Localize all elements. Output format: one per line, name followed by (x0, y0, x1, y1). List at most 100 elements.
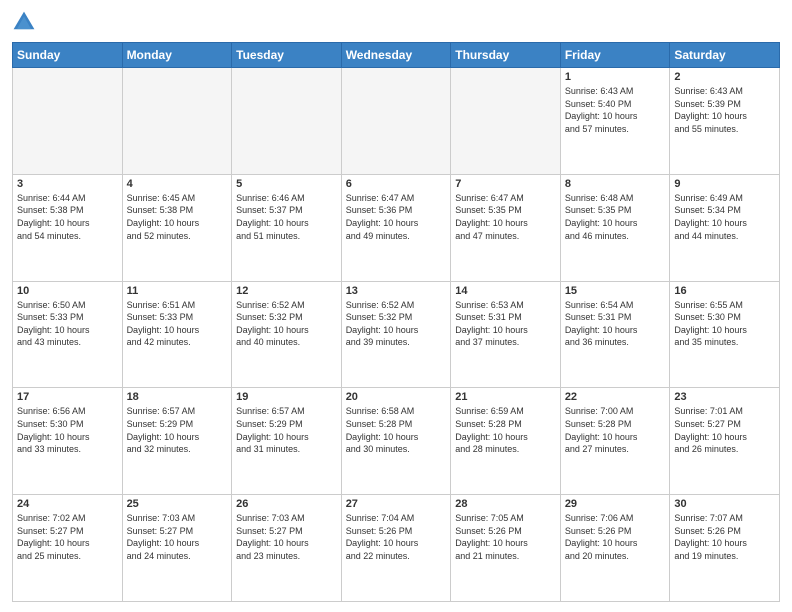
day-cell: 8 Sunrise: 6:48 AM Sunset: 5:35 PM Daylig… (560, 174, 670, 281)
day-cell: 12Sunrise: 6:52 AM Sunset: 5:32 PM Dayli… (232, 281, 342, 388)
day-cell: 18 Sunrise: 6:57 AM Sunset: 5:29 PM Dayli… (122, 388, 232, 495)
day-info: Sunrise: 6:55 AM Sunset: 5:30 PM Dayligh… (674, 299, 775, 349)
weekday-thursday: Thursday (451, 43, 561, 68)
week-row-5: 24 Sunrise: 7:02 AM Sunset: 5:27 PM Dayli… (13, 495, 780, 602)
day-cell: 17 Sunrise: 6:56 AM Sunset: 5:30 PM Dayli… (13, 388, 123, 495)
day-cell: 5 Sunrise: 6:46 AM Sunset: 5:37 PM Daylig… (232, 174, 342, 281)
day-cell: 2 Sunrise: 6:43 AM Sunset: 5:39 PM Daylig… (670, 68, 780, 175)
day-cell: 1 Sunrise: 6:43 AM Sunset: 5:40 PM Daylig… (560, 68, 670, 175)
day-info: Sunrise: 6:57 AM Sunset: 5:29 PM Dayligh… (236, 405, 337, 455)
weekday-tuesday: Tuesday (232, 43, 342, 68)
day-number: 8 (565, 178, 666, 190)
day-number: 3 (17, 178, 118, 190)
day-info: Sunrise: 6:46 AM Sunset: 5:37 PM Dayligh… (236, 192, 337, 242)
day-cell: 10 Sunrise: 6:50 AM Sunset: 5:33 PM Dayli… (13, 281, 123, 388)
week-row-1: 1 Sunrise: 6:43 AM Sunset: 5:40 PM Daylig… (13, 68, 780, 175)
day-info: Sunrise: 7:04 AM Sunset: 5:26 PM Dayligh… (346, 512, 447, 562)
day-cell: 13Sunrise: 6:52 AM Sunset: 5:32 PM Dayli… (341, 281, 451, 388)
day-number: 18 (127, 391, 228, 403)
weekday-friday: Friday (560, 43, 670, 68)
day-number: 23 (674, 391, 775, 403)
logo (12, 10, 40, 34)
day-cell: 23 Sunrise: 7:01 AM Sunset: 5:27 PM Dayli… (670, 388, 780, 495)
day-cell: 14Sunrise: 6:53 AM Sunset: 5:31 PM Dayli… (451, 281, 561, 388)
day-info: Sunrise: 7:03 AM Sunset: 5:27 PM Dayligh… (127, 512, 228, 562)
day-info: Sunrise: 7:07 AM Sunset: 5:26 PM Dayligh… (674, 512, 775, 562)
day-info: Sunrise: 6:57 AM Sunset: 5:29 PM Dayligh… (127, 405, 228, 455)
day-info: Sunrise: 6:45 AM Sunset: 5:38 PM Dayligh… (127, 192, 228, 242)
day-number: 29 (565, 498, 666, 510)
day-number: 10 (17, 285, 118, 297)
day-number: 27 (346, 498, 447, 510)
day-info: Sunrise: 7:02 AM Sunset: 5:27 PM Dayligh… (17, 512, 118, 562)
day-number: 25 (127, 498, 228, 510)
day-cell: 21 Sunrise: 6:59 AM Sunset: 5:28 PM Dayli… (451, 388, 561, 495)
day-info: Sunrise: 7:05 AM Sunset: 5:26 PM Dayligh… (455, 512, 556, 562)
day-info: Sunrise: 6:51 AM Sunset: 5:33 PM Dayligh… (127, 299, 228, 349)
day-info: Sunrise: 6:43 AM Sunset: 5:40 PM Dayligh… (565, 85, 666, 135)
day-info: Sunrise: 6:44 AM Sunset: 5:38 PM Dayligh… (17, 192, 118, 242)
day-info: Sunrise: 6:56 AM Sunset: 5:30 PM Dayligh… (17, 405, 118, 455)
week-row-3: 10 Sunrise: 6:50 AM Sunset: 5:33 PM Dayli… (13, 281, 780, 388)
day-info: Sunrise: 6:43 AM Sunset: 5:39 PM Dayligh… (674, 85, 775, 135)
day-number: 17 (17, 391, 118, 403)
day-cell: 15 Sunrise: 6:54 AM Sunset: 5:31 PM Dayli… (560, 281, 670, 388)
day-info: Sunrise: 6:49 AM Sunset: 5:34 PM Dayligh… (674, 192, 775, 242)
day-info: Sunrise: 7:00 AM Sunset: 5:28 PM Dayligh… (565, 405, 666, 455)
day-cell (341, 68, 451, 175)
day-cell: 19 Sunrise: 6:57 AM Sunset: 5:29 PM Dayli… (232, 388, 342, 495)
day-cell: 6Sunrise: 6:47 AM Sunset: 5:36 PM Daylig… (341, 174, 451, 281)
day-cell (122, 68, 232, 175)
day-info: Sunrise: 6:47 AM Sunset: 5:36 PM Dayligh… (346, 192, 447, 242)
day-cell (232, 68, 342, 175)
week-row-4: 17 Sunrise: 6:56 AM Sunset: 5:30 PM Dayli… (13, 388, 780, 495)
day-cell: 27 Sunrise: 7:04 AM Sunset: 5:26 PM Dayli… (341, 495, 451, 602)
calendar-table: SundayMondayTuesdayWednesdayThursdayFrid… (12, 42, 780, 602)
day-info: Sunrise: 7:03 AM Sunset: 5:27 PM Dayligh… (236, 512, 337, 562)
day-cell: 30 Sunrise: 7:07 AM Sunset: 5:26 PM Dayli… (670, 495, 780, 602)
day-number: 12 (236, 285, 337, 297)
day-info: Sunrise: 6:59 AM Sunset: 5:28 PM Dayligh… (455, 405, 556, 455)
day-number: 11 (127, 285, 228, 297)
day-number: 4 (127, 178, 228, 190)
day-info: Sunrise: 6:58 AM Sunset: 5:28 PM Dayligh… (346, 405, 447, 455)
day-cell: 9 Sunrise: 6:49 AM Sunset: 5:34 PM Daylig… (670, 174, 780, 281)
week-row-2: 3 Sunrise: 6:44 AM Sunset: 5:38 PM Daylig… (13, 174, 780, 281)
day-number: 7 (455, 178, 556, 190)
day-number: 5 (236, 178, 337, 190)
day-cell: 22 Sunrise: 7:00 AM Sunset: 5:28 PM Dayli… (560, 388, 670, 495)
weekday-wednesday: Wednesday (341, 43, 451, 68)
weekday-saturday: Saturday (670, 43, 780, 68)
day-number: 22 (565, 391, 666, 403)
day-number: 20 (346, 391, 447, 403)
day-number: 30 (674, 498, 775, 510)
day-number: 13 (346, 285, 447, 297)
day-number: 19 (236, 391, 337, 403)
day-info: Sunrise: 6:50 AM Sunset: 5:33 PM Dayligh… (17, 299, 118, 349)
day-cell: 4 Sunrise: 6:45 AM Sunset: 5:38 PM Daylig… (122, 174, 232, 281)
day-number: 9 (674, 178, 775, 190)
day-number: 16 (674, 285, 775, 297)
day-number: 15 (565, 285, 666, 297)
day-number: 21 (455, 391, 556, 403)
day-cell: 16 Sunrise: 6:55 AM Sunset: 5:30 PM Dayli… (670, 281, 780, 388)
day-cell: 7 Sunrise: 6:47 AM Sunset: 5:35 PM Daylig… (451, 174, 561, 281)
day-number: 1 (565, 71, 666, 83)
page: SundayMondayTuesdayWednesdayThursdayFrid… (0, 0, 792, 612)
day-cell (451, 68, 561, 175)
day-info: Sunrise: 7:01 AM Sunset: 5:27 PM Dayligh… (674, 405, 775, 455)
day-cell: 11 Sunrise: 6:51 AM Sunset: 5:33 PM Dayli… (122, 281, 232, 388)
day-cell: 24 Sunrise: 7:02 AM Sunset: 5:27 PM Dayli… (13, 495, 123, 602)
day-info: Sunrise: 6:54 AM Sunset: 5:31 PM Dayligh… (565, 299, 666, 349)
day-info: Sunrise: 6:47 AM Sunset: 5:35 PM Dayligh… (455, 192, 556, 242)
weekday-sunday: Sunday (13, 43, 123, 68)
day-info: Sunrise: 6:48 AM Sunset: 5:35 PM Dayligh… (565, 192, 666, 242)
day-cell: 20 Sunrise: 6:58 AM Sunset: 5:28 PM Dayli… (341, 388, 451, 495)
day-info: Sunrise: 6:53 AM Sunset: 5:31 PM Dayligh… (455, 299, 556, 349)
day-cell: 29Sunrise: 7:06 AM Sunset: 5:26 PM Dayli… (560, 495, 670, 602)
day-number: 2 (674, 71, 775, 83)
header (12, 10, 780, 34)
day-cell: 26Sunrise: 7:03 AM Sunset: 5:27 PM Dayli… (232, 495, 342, 602)
day-number: 28 (455, 498, 556, 510)
day-number: 24 (17, 498, 118, 510)
